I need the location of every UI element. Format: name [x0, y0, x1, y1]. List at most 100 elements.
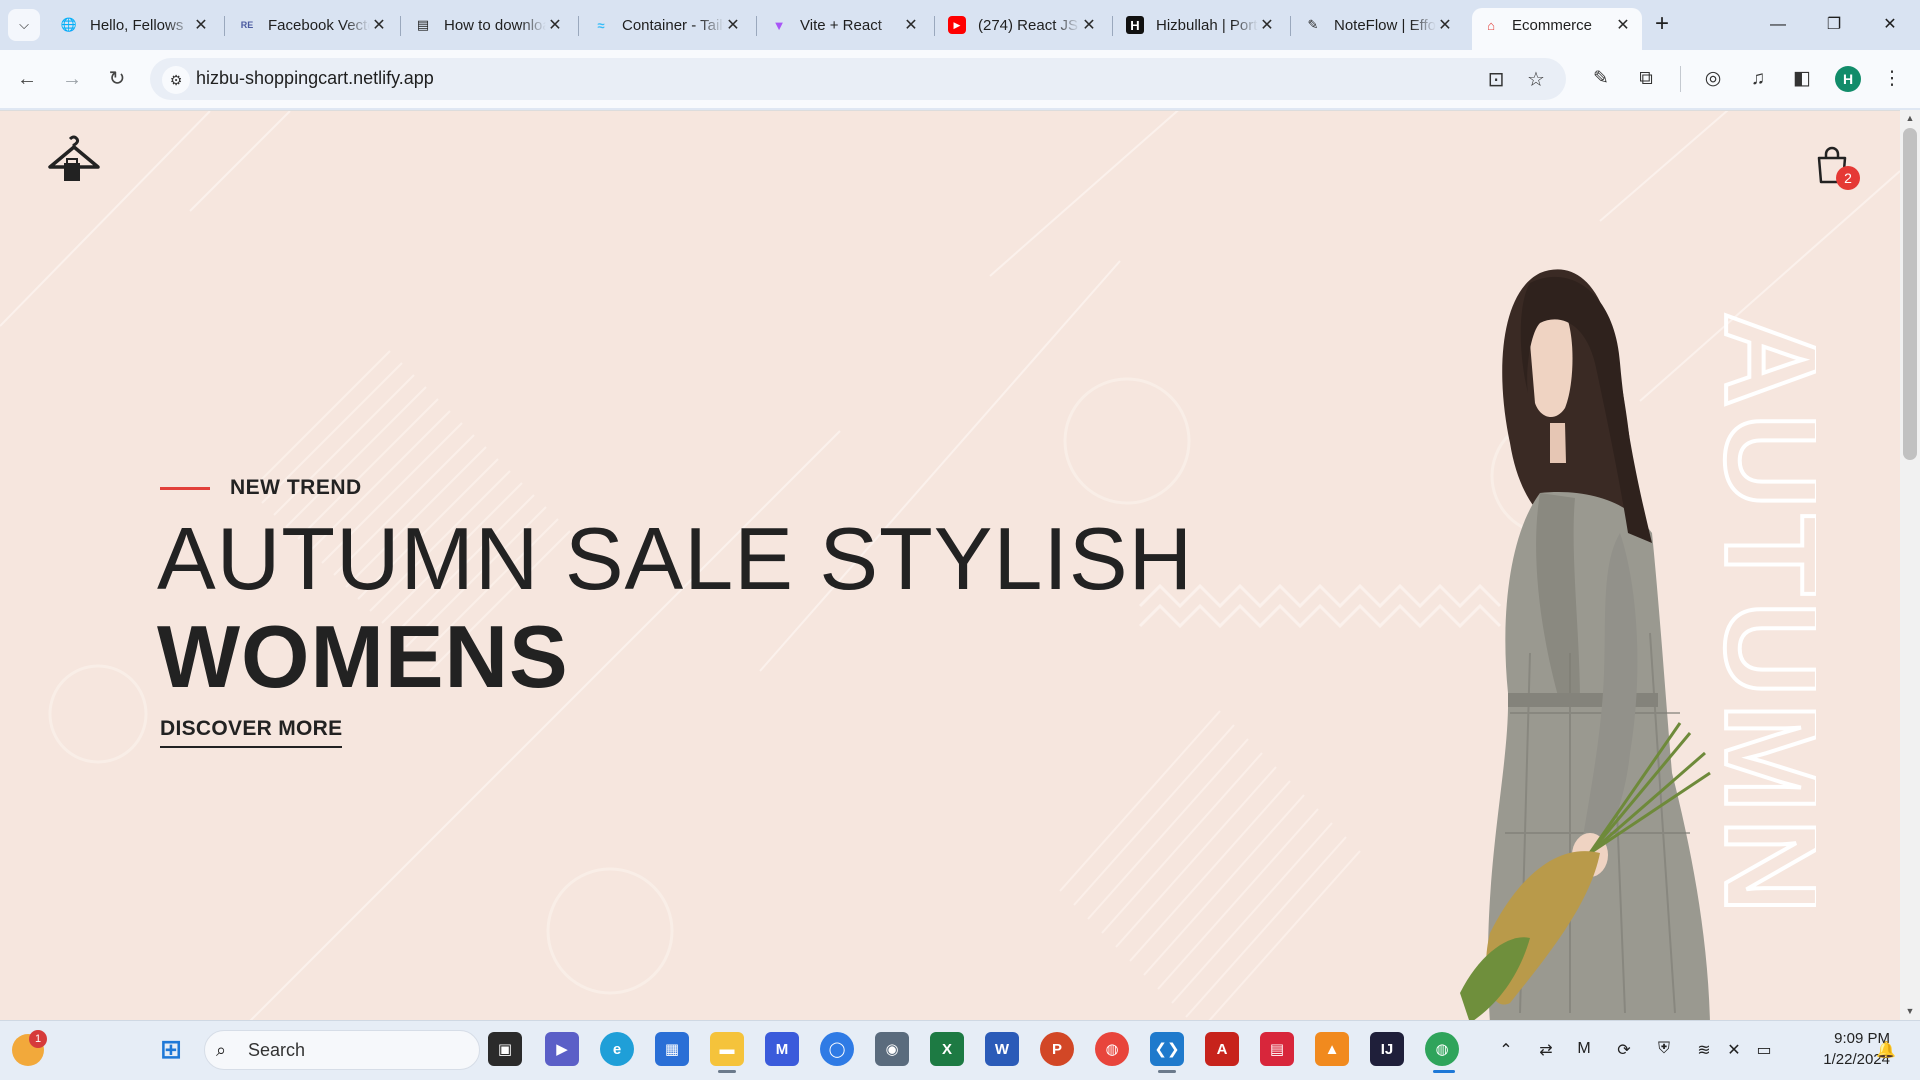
tab-facebook-vector[interactable]: RE Facebook Vector ✕ [228, 8, 398, 42]
model-image [1460, 269, 1711, 1020]
tab-separator [934, 16, 935, 36]
tab-separator [578, 16, 579, 36]
active-app-indicator [1433, 1070, 1455, 1073]
restore-button[interactable]: ❐ [1812, 10, 1856, 40]
chat-app-icon[interactable]: ◯ [820, 1032, 854, 1066]
close-icon[interactable]: ✕ [724, 15, 742, 35]
cart-count-badge: 2 [1836, 166, 1860, 190]
close-icon[interactable]: ✕ [370, 15, 388, 35]
show-hidden-icons[interactable]: ⌃ [1494, 1040, 1518, 1060]
vscode-icon[interactable]: ❮❯ [1150, 1032, 1184, 1066]
camera-icon[interactable]: ◉ [875, 1032, 909, 1066]
chrome-icon[interactable]: ◍ [1095, 1032, 1129, 1066]
sync-icon[interactable]: ⟳ [1612, 1040, 1636, 1060]
powerpoint-icon[interactable]: P [1040, 1032, 1074, 1066]
profile-avatar[interactable]: H [1835, 66, 1861, 92]
tab-title: Container - Tailwind [622, 16, 724, 34]
volume-muted-icon[interactable]: ✕ [1722, 1040, 1746, 1060]
tab-ecommerce[interactable]: ⌂ Ecommerce ✕ [1472, 8, 1642, 50]
minimize-button[interactable]: — [1756, 10, 1800, 40]
tab-title: (274) React JS [978, 16, 1079, 34]
menu-kebab-icon[interactable]: ⋮ [1877, 64, 1907, 94]
extensions-icon[interactable]: ⧉ [1631, 64, 1661, 94]
close-icon[interactable]: ✕ [1258, 15, 1276, 35]
tray-settings-icon[interactable]: ⇄ [1534, 1040, 1558, 1060]
teams-icon[interactable]: ▶ [545, 1032, 579, 1066]
note-icon: ✎ [1307, 17, 1319, 32]
store-icon[interactable]: ▦ [655, 1032, 689, 1066]
url-text[interactable]: hizbu-shoppingcart.netlify.app [196, 68, 434, 89]
media-controls-icon[interactable]: ♫ [1743, 64, 1773, 94]
task-view-icon[interactable]: ▣ [488, 1032, 522, 1066]
chrome-profile-icon[interactable]: ◍ [1425, 1032, 1459, 1066]
battery-icon[interactable]: ▭ [1752, 1040, 1776, 1060]
h-logo-icon: H [1126, 16, 1144, 34]
tab-how-to-download[interactable]: ▤ How to download ✕ [404, 8, 574, 42]
tab-youtube-react[interactable]: ▶ (274) React JS ✕ [938, 8, 1108, 42]
tab-hizbullah-portfolio[interactable]: H Hizbullah | Portfolio ✕ [1116, 8, 1286, 42]
tab-vite-react[interactable]: ▼ Vite + React ✕ [760, 8, 930, 42]
site-info-icon[interactable]: ⚙ [162, 66, 190, 94]
hero-headline: AUTUMN SALE STYLISH [157, 509, 1194, 608]
tab-separator [1290, 16, 1291, 36]
wifi-icon[interactable]: ≋ [1692, 1040, 1716, 1060]
tab-title: Ecommerce [1512, 16, 1593, 34]
intellij-icon[interactable]: IJ [1370, 1032, 1404, 1066]
hero-headline-bold: WOMENS [157, 607, 569, 706]
vlc-icon[interactable]: ▲ [1315, 1032, 1349, 1066]
scrollbar-thumb[interactable] [1903, 128, 1917, 460]
chevron-down-icon: ⌵ [19, 17, 29, 32]
forward-button[interactable]: → [55, 62, 89, 96]
eyebrow-text: NEW TREND [230, 476, 362, 499]
tray-m-icon[interactable]: M [1572, 1040, 1596, 1058]
performance-icon[interactable]: ◎ [1698, 64, 1728, 94]
hanger-logo-icon[interactable] [46, 133, 102, 189]
reload-button[interactable]: ↻ [100, 62, 134, 96]
tab-hello-fellows[interactable]: 🌐 Hello, Fellows ✕ [50, 8, 220, 42]
acrobat-icon[interactable]: A [1205, 1032, 1239, 1066]
app-m-icon[interactable]: M [765, 1032, 799, 1066]
taskbar-search-placeholder[interactable]: Search [248, 1040, 305, 1061]
tab-title: Hizbullah | Portfolio [1156, 16, 1258, 34]
word-icon[interactable]: W [985, 1032, 1019, 1066]
toolbox-icon[interactable]: ▤ [1260, 1032, 1294, 1066]
toolbar-separator [1680, 66, 1681, 92]
tab-noteflow[interactable]: ✎ NoteFlow | Effortless ✕ [1294, 8, 1464, 42]
close-window-button[interactable]: ✕ [1868, 10, 1912, 40]
notifications-bell-icon[interactable]: 🔔 [1874, 1040, 1898, 1060]
excel-icon[interactable]: X [930, 1032, 964, 1066]
hanger-icon: ⌂ [1487, 17, 1495, 33]
discover-more-link[interactable]: DISCOVER MORE [160, 717, 343, 748]
close-icon[interactable]: ✕ [902, 15, 920, 35]
taskbar-search[interactable] [204, 1030, 480, 1070]
eyedropper-icon[interactable]: ✎ [1586, 64, 1616, 94]
close-icon[interactable]: ✕ [1436, 15, 1454, 35]
file-explorer-icon[interactable]: ▬ [710, 1032, 744, 1066]
tab-separator [1112, 16, 1113, 36]
install-app-icon[interactable]: ⊡ [1482, 66, 1510, 94]
close-icon[interactable]: ✕ [192, 15, 210, 35]
security-shield-icon[interactable]: ⛨ [1652, 1040, 1676, 1058]
tab-separator [400, 16, 401, 36]
page-icon: ▤ [416, 17, 430, 32]
bookmark-star-icon[interactable]: ☆ [1522, 66, 1550, 94]
side-panel-icon[interactable]: ◧ [1787, 64, 1817, 94]
notification-badge: 1 [29, 1030, 47, 1048]
globe-icon: 🌐 [60, 17, 78, 32]
search-icon: ⌕ [216, 1040, 227, 1060]
close-icon[interactable]: ✕ [1080, 15, 1098, 35]
scroll-up-arrow[interactable]: ▲ [1904, 113, 1916, 123]
scroll-down-arrow[interactable]: ▼ [1904, 1006, 1916, 1016]
close-icon[interactable]: ✕ [546, 15, 564, 35]
start-button[interactable]: ⊞ [154, 1032, 188, 1066]
repo-icon: RE [240, 20, 254, 30]
tab-container-tailwind[interactable]: ≈ Container - Tailwind ✕ [582, 8, 752, 42]
close-icon[interactable]: ✕ [1614, 15, 1632, 35]
running-indicator [1158, 1070, 1176, 1073]
back-button[interactable]: ← [10, 62, 44, 96]
tab-separator [224, 16, 225, 36]
new-tab-button[interactable]: + [1648, 11, 1676, 39]
edge-icon[interactable]: e [600, 1032, 634, 1066]
tab-search-button[interactable]: ⌵ [8, 9, 40, 41]
accent-line [160, 486, 210, 490]
